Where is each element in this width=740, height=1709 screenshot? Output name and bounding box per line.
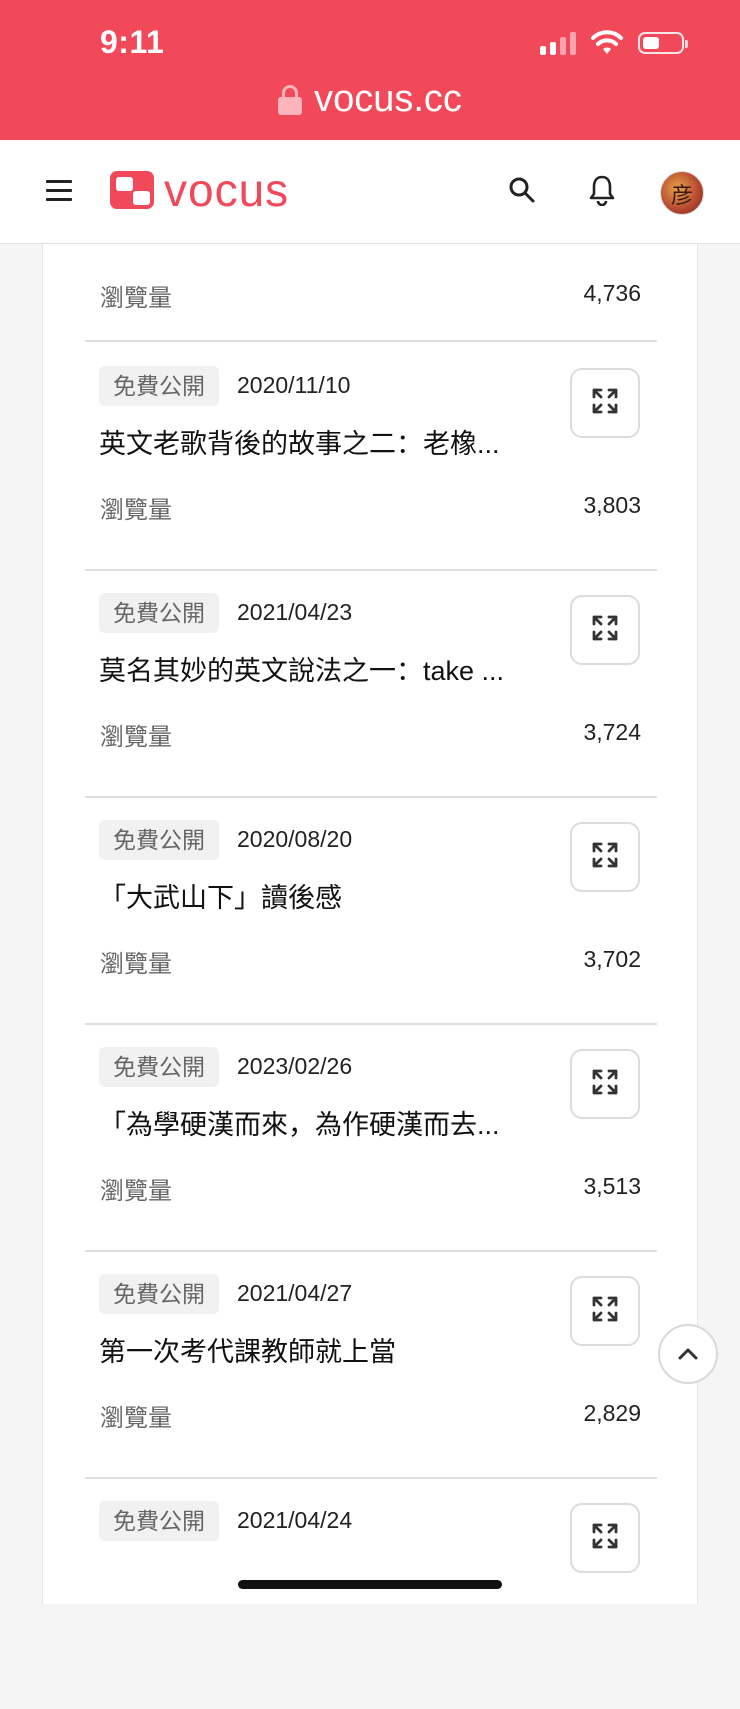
list-item[interactable]: 免費公開 2023/02/26 「為學硬漢而來，為作硬漢而去... 瀏覽量 3,513 xyxy=(43,1023,697,1255)
avatar[interactable]: 彦 xyxy=(660,171,704,215)
chevron-up-icon xyxy=(678,1348,698,1360)
expand-icon xyxy=(590,1294,620,1329)
list-item[interactable]: 免費公開 2020/08/20 「大武山下」讀後感瀏覽量 3,702 xyxy=(43,796,697,1028)
list-item: 瀏覽量 4,736 xyxy=(43,244,697,348)
article-title[interactable]: 莫名其妙的英文說法之一：take ... xyxy=(99,649,529,688)
views-label: 瀏覽量 xyxy=(100,1178,172,1205)
article-title[interactable]: 「為學硬漢而來，為作硬漢而去... xyxy=(99,1103,529,1142)
views-label: 瀏覽量 xyxy=(100,285,172,312)
expand-button[interactable] xyxy=(570,1049,640,1119)
expand-button[interactable] xyxy=(570,368,640,438)
access-badge: 免費公開 xyxy=(99,820,219,860)
avatar-glyph: 彦 xyxy=(671,184,694,209)
status-icons xyxy=(540,30,688,56)
views-value: 3,803 xyxy=(583,492,641,518)
views-value: 3,724 xyxy=(583,719,641,745)
list-item[interactable]: 免費公開 2021/04/24 xyxy=(43,1477,697,1709)
expand-icon xyxy=(590,1521,620,1556)
publish-date: 2021/04/23 xyxy=(237,599,353,625)
logo-text: vocus xyxy=(164,164,290,216)
bell-icon[interactable] xyxy=(588,174,616,206)
wifi-icon xyxy=(591,30,623,54)
expand-icon xyxy=(590,613,620,648)
lock-icon xyxy=(278,84,303,115)
article-stats-list: 瀏覽量 4,736 免費公開 2020/11/10 英文老歌背後的故事之二：老橡..… xyxy=(42,244,698,1604)
publish-date: 2020/08/20 xyxy=(237,826,353,852)
list-item[interactable]: 免費公開 2021/04/27 第一次考代課教師就上當瀏覽量 2,829 xyxy=(43,1250,697,1482)
publish-date: 2023/02/26 xyxy=(237,1053,353,1079)
views-value: 3,513 xyxy=(583,1173,641,1199)
access-badge: 免費公開 xyxy=(99,1047,219,1087)
battery-icon xyxy=(638,32,688,54)
views-label: 瀏覽量 xyxy=(100,1405,172,1432)
browser-top-bar: 9:11 vocus.cc xyxy=(0,0,740,140)
publish-date: 2021/04/24 xyxy=(237,1507,353,1533)
access-badge: 免費公開 xyxy=(99,366,219,406)
logo-mark-icon xyxy=(110,171,154,209)
expand-button[interactable] xyxy=(570,1503,640,1573)
views-value: 3,702 xyxy=(583,946,641,972)
site-header: vocus xyxy=(0,140,740,244)
views-label: 瀏覽量 xyxy=(100,951,172,978)
vocus-logo[interactable]: vocus xyxy=(110,164,290,216)
home-indicator xyxy=(238,1580,502,1589)
article-title[interactable]: 第一次考代課教師就上當 xyxy=(99,1330,529,1369)
views-label: 瀏覽量 xyxy=(100,497,172,524)
expand-icon xyxy=(590,1067,620,1102)
scroll-to-top-button[interactable] xyxy=(658,1324,718,1384)
list-item[interactable]: 免費公開 2020/11/10 英文老歌背後的故事之二：老橡... 瀏覽量 3,803 xyxy=(43,342,697,574)
status-time: 9:11 xyxy=(100,24,165,60)
menu-icon[interactable] xyxy=(46,180,72,202)
list-item[interactable]: 免費公開 2021/04/23 莫名其妙的英文說法之一：take ... 瀏覽量 3,7… xyxy=(43,569,697,801)
publish-date: 2021/04/27 xyxy=(237,1280,353,1306)
access-badge: 免費公開 xyxy=(99,1274,219,1314)
views-label: 瀏覽量 xyxy=(100,724,172,751)
expand-icon xyxy=(590,386,620,421)
access-badge: 免費公開 xyxy=(99,1501,219,1541)
expand-icon xyxy=(590,840,620,875)
article-title[interactable]: 英文老歌背後的故事之二：老橡... xyxy=(99,422,529,461)
views-value: 4,736 xyxy=(583,280,641,306)
url-bar[interactable]: vocus.cc xyxy=(0,78,740,121)
expand-button[interactable] xyxy=(570,822,640,892)
access-badge: 免費公開 xyxy=(99,593,219,633)
search-icon[interactable] xyxy=(508,176,536,204)
expand-button[interactable] xyxy=(570,1276,640,1346)
cellular-signal-icon xyxy=(540,31,576,55)
article-title[interactable]: 「大武山下」讀後感 xyxy=(99,876,529,915)
url-domain: vocus.cc xyxy=(314,78,462,120)
views-value: 2,829 xyxy=(583,1400,641,1426)
expand-button[interactable] xyxy=(570,595,640,665)
publish-date: 2020/11/10 xyxy=(237,372,351,398)
